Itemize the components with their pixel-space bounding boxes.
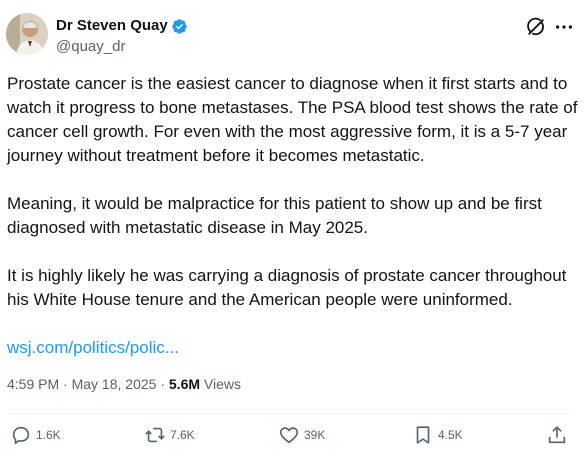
author-display-name[interactable]: Dr Steven Quay <box>56 16 168 36</box>
views-count: 5.6M <box>168 376 201 392</box>
reply-count: 1.6K <box>36 428 61 442</box>
reply-button[interactable]: 1.6K <box>10 424 61 446</box>
reply-icon <box>12 426 30 445</box>
share-button[interactable] <box>546 424 568 446</box>
grok-button[interactable] <box>525 16 547 38</box>
bookmark-button[interactable]: 4.5K <box>412 424 463 446</box>
tweet-header: Dr Steven Quay @quay_dr <box>0 0 584 70</box>
heart-icon <box>279 427 299 444</box>
tweet-paragraph-3: It is highly likely he was carrying a di… <box>7 266 567 309</box>
avatar[interactable] <box>6 13 48 55</box>
repost-icon <box>145 427 165 443</box>
action-bar: 1.6K 7.6K 39K 4.5K <box>0 424 584 452</box>
tweet-date[interactable]: May 18, 2025 <box>72 376 157 392</box>
author-handle[interactable]: @quay_dr <box>56 37 125 57</box>
tweet-paragraph-2: Meaning, it would be malpractice for thi… <box>7 194 542 237</box>
tweet-paragraph-1: Prostate cancer is the easiest cancer to… <box>7 74 578 165</box>
meta-separator: · <box>160 376 165 392</box>
tweet-link[interactable]: wsj.com/politics/polic... <box>7 336 579 360</box>
repost-count: 7.6K <box>170 428 195 442</box>
tweet-meta: 4:59 PM · May 18, 2025 · 5.6M Views <box>7 375 241 393</box>
grok-icon <box>527 17 544 36</box>
views-label: Views <box>203 376 241 392</box>
tweet-text: Prostate cancer is the easiest cancer to… <box>7 72 579 360</box>
verified-badge-icon <box>171 18 188 35</box>
like-count: 39K <box>304 428 326 442</box>
more-options-button[interactable] <box>553 16 575 38</box>
share-icon <box>548 426 566 444</box>
repost-button[interactable]: 7.6K <box>144 424 195 446</box>
bookmark-count: 4.5K <box>438 428 463 442</box>
like-button[interactable]: 39K <box>278 424 325 446</box>
profile-photo-icon <box>6 13 48 55</box>
bookmark-icon <box>416 426 430 444</box>
meta-separator: · <box>63 376 68 392</box>
tweet-time[interactable]: 4:59 PM <box>7 376 59 392</box>
divider <box>7 413 573 414</box>
more-icon <box>555 25 573 29</box>
